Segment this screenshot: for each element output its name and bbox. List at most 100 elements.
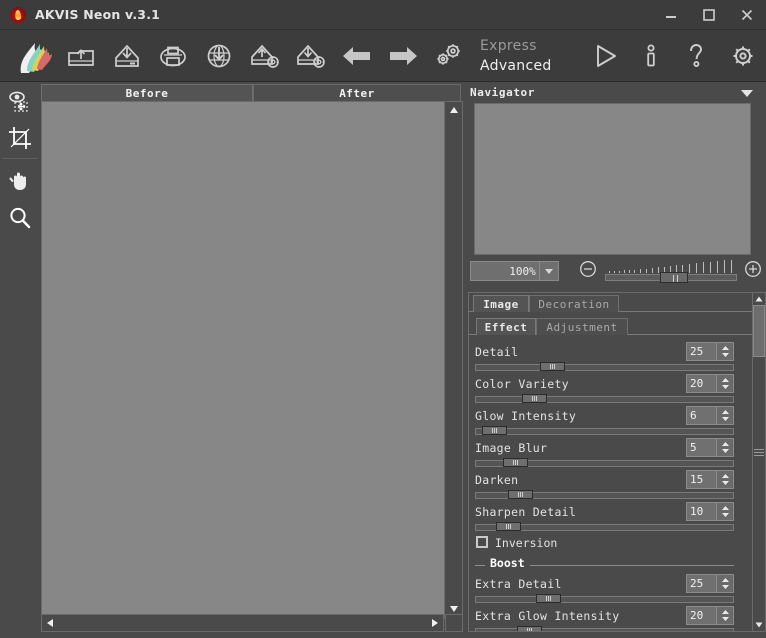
scroll-right-arrow-icon[interactable]	[427, 615, 443, 631]
zoom-slider-thumb[interactable]	[659, 272, 688, 283]
param-spinner[interactable]: 10	[686, 502, 734, 521]
param-spinner[interactable]: 20	[686, 606, 734, 625]
param-slider[interactable]	[469, 626, 740, 631]
transform-tool[interactable]	[0, 82, 40, 119]
scroll-left-arrow-icon[interactable]	[42, 615, 58, 631]
save-preset[interactable]	[288, 32, 334, 80]
spinner-arrows-icon[interactable]	[717, 438, 734, 457]
image-tabs: Before After	[41, 84, 461, 101]
param-spinner[interactable]: 15	[686, 470, 734, 489]
settings-scroll-grip[interactable]	[754, 449, 764, 457]
image-canvas[interactable]	[41, 101, 461, 619]
param-spinner[interactable]: 6	[686, 406, 734, 425]
spinner-arrows-icon[interactable]	[717, 470, 734, 489]
image-vertical-scrollbar[interactable]	[444, 101, 463, 618]
hand-tool[interactable]	[0, 162, 40, 199]
settings-vertical-scrollbar[interactable]	[752, 292, 766, 632]
scroll-up-arrow-icon[interactable]	[445, 102, 462, 118]
param-value[interactable]: 5	[686, 438, 717, 457]
param-value[interactable]: 15	[686, 470, 717, 489]
param-value[interactable]: 10	[686, 502, 717, 521]
slider-thumb[interactable]	[508, 490, 533, 499]
slider-rail[interactable]	[475, 364, 734, 371]
param-detail: Detail 25	[469, 341, 740, 373]
about-button[interactable]	[628, 32, 674, 80]
tab-effect[interactable]: Effect	[476, 318, 536, 335]
param-slider[interactable]	[469, 394, 740, 405]
close-icon[interactable]	[728, 0, 766, 30]
redo[interactable]	[380, 32, 426, 80]
image-horizontal-scrollbar[interactable]	[41, 614, 444, 632]
param-slider[interactable]	[469, 522, 740, 533]
param-spinner[interactable]: 20	[686, 374, 734, 393]
slider-rail[interactable]	[475, 596, 734, 603]
chevron-down-icon[interactable]	[740, 83, 754, 102]
preferences[interactable]	[426, 32, 472, 80]
crop-tool[interactable]	[0, 119, 40, 156]
minimize-icon[interactable]	[652, 0, 690, 30]
param-slider[interactable]	[469, 458, 740, 469]
open-image[interactable]	[58, 32, 104, 80]
settings-scroll-thumb[interactable]	[753, 305, 765, 357]
canvas-surface[interactable]	[42, 102, 460, 618]
param-slider[interactable]	[469, 426, 740, 437]
spinner-arrows-icon[interactable]	[717, 406, 734, 425]
run-button[interactable]	[582, 32, 628, 80]
maximize-icon[interactable]	[690, 0, 728, 30]
vertical-scroll-track[interactable]	[445, 102, 462, 617]
slider-thumb[interactable]	[536, 594, 561, 603]
undo[interactable]	[334, 32, 380, 80]
slider-thumb[interactable]	[540, 362, 565, 371]
param-spinner[interactable]: 25	[686, 342, 734, 361]
minus-circle-icon[interactable]	[579, 260, 597, 282]
param-value[interactable]: 20	[686, 606, 717, 625]
slider-thumb[interactable]	[517, 626, 542, 631]
inversion-checkbox[interactable]	[476, 536, 488, 548]
scroll-up-arrow-icon[interactable]	[753, 293, 765, 305]
slider-thumb[interactable]	[503, 458, 528, 467]
publish-web[interactable]	[196, 32, 242, 80]
zoom-slider[interactable]	[604, 260, 737, 283]
plus-circle-icon[interactable]	[744, 260, 762, 282]
scroll-down-arrow-icon[interactable]	[753, 619, 765, 631]
mode-switch[interactable]: Express Advanced	[480, 36, 580, 76]
param-spinner[interactable]: 25	[686, 574, 734, 593]
spinner-arrows-icon[interactable]	[717, 342, 734, 361]
settings-button[interactable]	[720, 32, 766, 80]
param-slider[interactable]	[469, 362, 740, 373]
load-preset[interactable]	[242, 32, 288, 80]
param-value[interactable]: 20	[686, 374, 717, 393]
zoom-value-input[interactable]: 100%	[470, 261, 540, 281]
slider-rail[interactable]	[475, 628, 734, 631]
param-slider[interactable]	[469, 594, 740, 605]
tab-image[interactable]: Image	[473, 295, 529, 312]
spinner-arrows-icon[interactable]	[717, 502, 734, 521]
slider-thumb[interactable]	[522, 394, 547, 403]
chevron-down-icon[interactable]	[539, 261, 559, 281]
navigator-preview[interactable]	[474, 103, 751, 255]
print-image[interactable]	[150, 32, 196, 80]
mode-express-label[interactable]: Express	[480, 36, 537, 56]
tab-after[interactable]: After	[253, 84, 461, 101]
slider-thumb[interactable]	[496, 522, 521, 531]
mode-advanced-label[interactable]: Advanced	[480, 56, 552, 76]
param-spinner[interactable]: 5	[686, 438, 734, 457]
tab-decoration[interactable]: Decoration	[529, 295, 619, 312]
param-value[interactable]: 25	[686, 342, 717, 361]
param-value[interactable]: 6	[686, 406, 717, 425]
slider-thumb[interactable]	[482, 426, 507, 435]
param-value[interactable]: 25	[686, 574, 717, 593]
inversion-row[interactable]: Inversion	[469, 533, 740, 555]
spinner-arrows-icon[interactable]	[717, 606, 734, 625]
save-image[interactable]	[104, 32, 150, 80]
tab-before[interactable]: Before	[41, 84, 253, 101]
spinner-arrows-icon[interactable]	[717, 374, 734, 393]
param-slider[interactable]	[469, 490, 740, 501]
zoom-tool[interactable]	[0, 199, 40, 236]
slider-rail[interactable]	[475, 428, 734, 435]
slider-rail[interactable]	[475, 396, 734, 403]
tab-adjustment[interactable]: Adjustment	[536, 318, 628, 335]
help-button[interactable]	[674, 32, 720, 80]
main-toolbar: Express Advanced	[0, 30, 766, 82]
spinner-arrows-icon[interactable]	[717, 574, 734, 593]
